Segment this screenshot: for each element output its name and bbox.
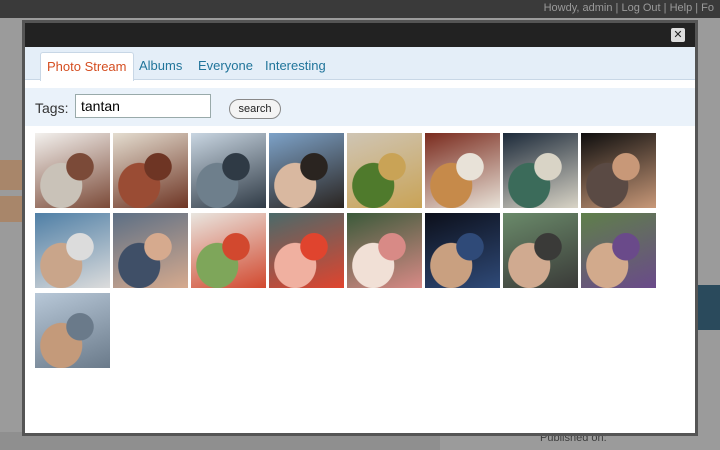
photo-thumbnail[interactable]: [347, 133, 422, 208]
tab-interesting[interactable]: Interesting: [259, 52, 332, 79]
photo-thumbnail[interactable]: [503, 213, 578, 288]
background-notice: [0, 160, 22, 190]
search-bar: Tags: search: [25, 88, 695, 126]
flickr-photo-modal: ✕ Photo Stream Albums Everyone Interesti…: [22, 20, 698, 436]
background-notice-2: [0, 196, 22, 222]
photo-thumbnail[interactable]: [425, 213, 500, 288]
tags-input[interactable]: [75, 94, 211, 118]
photo-thumbnail[interactable]: [503, 133, 578, 208]
modal-header: ✕: [25, 23, 695, 47]
photo-thumbnail[interactable]: [425, 133, 500, 208]
search-button[interactable]: search: [229, 99, 281, 119]
background-admin-bar: Howdy, admin | Log Out | Help | Fo: [0, 0, 720, 18]
photo-thumbnail[interactable]: [35, 293, 110, 368]
photo-thumbnail[interactable]: [113, 213, 188, 288]
close-icon[interactable]: ✕: [671, 28, 685, 42]
background-panel-edge: [695, 285, 720, 330]
tab-albums[interactable]: Albums: [133, 52, 188, 79]
photo-thumbnail[interactable]: [269, 133, 344, 208]
photo-thumbnail[interactable]: [347, 213, 422, 288]
background-user-links: Howdy, admin | Log Out | Help | Fo: [543, 2, 714, 14]
tab-everyone[interactable]: Everyone: [192, 52, 259, 79]
photo-thumbnail[interactable]: [191, 133, 266, 208]
photo-thumbnail[interactable]: [113, 133, 188, 208]
photo-thumbnail[interactable]: [35, 133, 110, 208]
tab-bar: Photo Stream Albums Everyone Interesting: [25, 47, 695, 81]
tags-label: Tags:: [35, 100, 69, 116]
photo-thumbnail[interactable]: [581, 213, 656, 288]
tab-photo-stream[interactable]: Photo Stream: [40, 52, 134, 81]
photo-thumbnail[interactable]: [35, 213, 110, 288]
photo-thumbnail[interactable]: [269, 213, 344, 288]
photo-thumbnail[interactable]: [581, 133, 656, 208]
photo-thumbnail[interactable]: [191, 213, 266, 288]
